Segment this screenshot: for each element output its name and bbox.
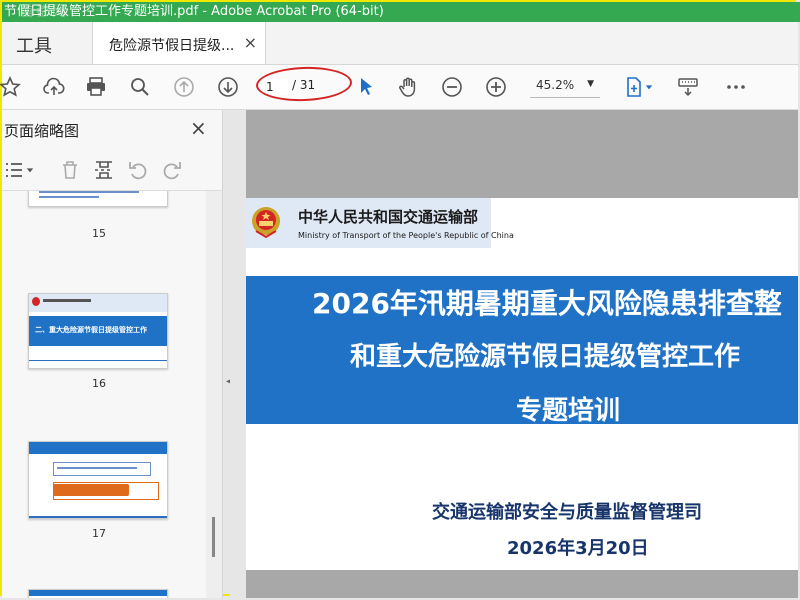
rotate-left-icon[interactable] [126,158,150,182]
select-cursor-icon[interactable] [352,73,380,101]
title-banner: 2026年汛期暑期重大风险隐患排查整 和重大危险源节假日提级管控工作 专题培训 [246,276,798,426]
rotate-right-icon[interactable] [160,158,184,182]
watermark-logo: 首都网 [20,4,68,20]
page-up-icon[interactable] [170,73,198,101]
title-line-2: 和重大危险源节假日提级管控工作 [350,342,741,372]
page-gap [246,570,798,598]
pdf-page: 中华人民共和国交通运输部 Ministry of Transport of th… [246,198,798,570]
upload-cloud-icon[interactable] [40,73,68,101]
presentation-date: 2026年3月20日 [507,538,649,559]
title-line-1: 2026年汛期暑期重大风险隐患排查整 [312,287,782,320]
thumbnail-page-number: 15 [92,227,106,240]
ministry-name-cn: 中华人民共和国交通运输部 [298,208,479,226]
ministry-name-en: Ministry of Transport of the People's Re… [298,231,514,240]
thumbnail-heading: 二、重大危险源节假日提级管控工作 [35,326,147,334]
star-icon[interactable] [0,73,24,101]
hand-tool-icon[interactable] [394,73,422,101]
document-view[interactable]: 中华人民共和国交通运输部 Ministry of Transport of th… [230,110,798,598]
tab-document-label: 危险源节假日提级... [109,38,235,54]
thumbnail-page-number: 16 [92,377,106,390]
extract-pages-icon[interactable] [92,158,116,182]
national-emblem-icon [250,205,282,239]
delete-icon[interactable] [58,158,82,182]
zoom-select[interactable]: 45.2% ▼ [530,75,600,98]
tab-tools[interactable]: 工具 [16,32,52,58]
keyboard-scroll-icon[interactable] [674,73,702,101]
department-name: 交通运输部安全与质量监督管理司 [432,502,702,523]
close-panel-icon[interactable]: × [190,116,207,140]
thumbnail-page[interactable]: 二、重大危险源节假日提级管控工作 [28,293,168,369]
tab-bar: 工具 危险源节假日提级... × [2,22,798,65]
panel-title: 页面缩略图 [4,122,80,140]
thumbnail-list: 15 二、重大危险源节假日提级管控工作 16 17 [2,191,206,598]
toolbar: / 31 45.2% ▼ [0,65,798,110]
more-options-icon[interactable] [722,73,750,101]
zoom-out-icon[interactable] [438,73,466,101]
page-gap [246,110,798,198]
thumbnail-options-icon[interactable] [2,158,26,182]
close-tab-icon[interactable]: × [244,33,257,52]
ministry-header: 中华人民共和国交通运输部 Ministry of Transport of th… [246,198,514,248]
tab-document[interactable]: 危险源节假日提级... × [92,22,266,64]
zoom-in-icon[interactable] [482,73,510,101]
title-line-3: 专题培训 [516,396,621,426]
title-bar: 节假日提级管控工作专题培训.pdf - Adobe Acrobat Pro (6… [2,2,800,22]
page-down-icon[interactable] [214,73,242,101]
zoom-value: 45.2% [536,78,575,92]
chevron-down-icon: ▼ [587,79,594,89]
page-fit-dropdown-icon[interactable] [642,73,656,101]
thumbnail-scrollbar[interactable] [206,191,222,598]
thumbnail-page-number: 17 [92,527,106,540]
chevron-down-icon[interactable] [24,158,36,182]
thumbnail-page[interactable] [28,191,168,207]
search-icon[interactable] [126,73,154,101]
print-icon[interactable] [82,73,110,101]
thumbnail-page[interactable] [28,441,168,519]
thumbnail-toolbar [2,150,222,191]
scrollbar-thumb[interactable] [212,517,215,557]
thumbnail-page[interactable] [28,589,168,598]
page-thumbnails-panel: 页面缩略图 × 15 二、重大危险源节假日提级管控工作 16 17 [2,110,223,598]
